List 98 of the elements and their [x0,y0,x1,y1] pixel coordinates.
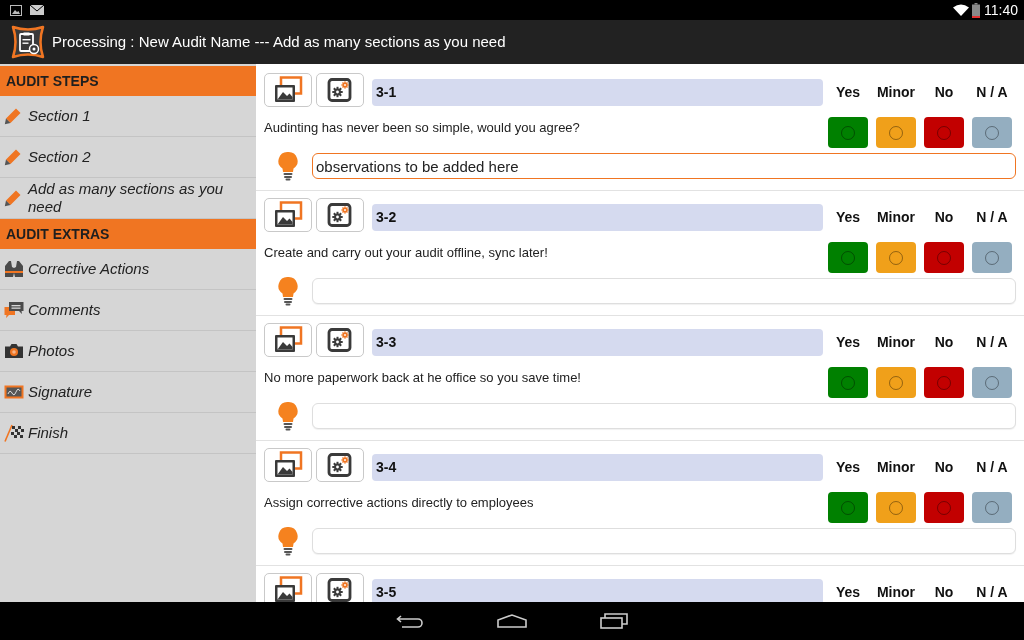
window-title: Processing : New Audit Name --- Add as many sections as you need [52,31,506,52]
answer-label: N / A [976,333,1008,352]
settings-button[interactable] [316,73,364,107]
answer-label: No [934,458,954,477]
mail-icon [30,5,44,15]
vest-icon [4,260,24,278]
settings-button[interactable] [316,323,364,357]
answer-label: N / A [976,583,1008,602]
answer-label: Yes [835,208,861,227]
answer-button[interactable] [876,492,916,523]
settings-icon [327,327,353,353]
home-icon [497,614,527,628]
sidebar-header: AUDIT EXTRAS [0,219,256,249]
settings-button[interactable] [316,198,364,232]
sidebar-item[interactable]: Signature [0,372,256,413]
answer-label: No [934,333,954,352]
answer-label: Minor [876,458,916,477]
lightbulb-icon [278,276,298,306]
answer-label: Minor [876,208,916,227]
settings-button[interactable] [316,448,364,482]
question-text: No more paperwork back at he office so you save time! [264,369,582,386]
answer-label: Yes [835,333,861,352]
photo-button[interactable] [264,73,312,107]
picture-icon [273,451,303,479]
lightbulb-icon [278,401,298,431]
answer-button[interactable] [828,242,868,273]
observation-field[interactable]: observations to be added here [312,153,1016,179]
answer-button[interactable] [876,367,916,398]
sidebar-header: AUDIT STEPS [0,66,256,96]
picture-icon [273,326,303,354]
answer-button[interactable] [924,242,964,273]
answer-button[interactable] [828,117,868,148]
photo-button[interactable] [264,323,312,357]
photo-button[interactable] [264,448,312,482]
picture-icon [10,4,22,16]
sidebar-item[interactable]: Photos [0,331,256,372]
settings-icon [327,202,353,228]
pencil-icon [4,189,22,207]
picture-icon [273,76,303,104]
clock-time: 11:40 [984,3,1018,17]
question-title-bar: 3-1 [372,79,823,106]
answer-button[interactable] [876,117,916,148]
answer-label: Minor [876,333,916,352]
answer-label: N / A [976,83,1008,102]
answer-button[interactable] [828,367,868,398]
answer-label: Minor [876,583,916,602]
sidebar-item[interactable]: Corrective Actions [0,249,256,290]
answer-button[interactable] [972,367,1012,398]
settings-icon [327,577,353,602]
answer-button[interactable] [924,117,964,148]
observation-field[interactable] [312,528,1016,554]
photo-button[interactable] [264,198,312,232]
lightbulb-icon [278,151,298,181]
answer-button[interactable] [876,242,916,273]
app-logo-icon [10,24,46,60]
answer-label: No [934,583,954,602]
question-title-bar: 3-5 [372,579,823,602]
picture-icon [273,201,303,229]
answer-button[interactable] [972,492,1012,523]
pencil-icon [4,148,22,166]
sidebar-item[interactable]: Finish [0,413,256,454]
answer-label: Yes [835,83,861,102]
answer-label: No [934,208,954,227]
picture-icon [273,576,303,602]
answer-button[interactable] [828,492,868,523]
settings-icon [327,77,353,103]
wifi-icon [953,4,969,16]
question-title-bar: 3-2 [372,204,823,231]
answer-button[interactable] [924,367,964,398]
answer-button[interactable] [972,117,1012,148]
observation-field[interactable] [312,278,1016,304]
question-text: Audinting has never been so simple, would you agree? [264,119,581,136]
photo-button[interactable] [264,573,312,602]
battery-icon [972,2,980,18]
settings-button[interactable] [316,573,364,602]
lightbulb-icon [278,526,298,556]
settings-icon [327,452,353,478]
question-title-bar: 3-4 [372,454,823,481]
answer-label: Yes [835,458,861,477]
answer-label: Minor [876,83,916,102]
answer-label: N / A [976,208,1008,227]
camera-icon [4,343,24,359]
question-text: Assign corrective actions directly to employees [264,494,535,511]
observation-field[interactable] [312,403,1016,429]
answer-label: No [934,83,954,102]
question-text: Create and carry out your audit offline, sync later! [264,244,549,261]
pencil-icon [4,107,22,125]
answer-label: Yes [835,583,861,602]
question-title-bar: 3-3 [372,329,823,356]
sidebar-item[interactable]: Comments [0,290,256,331]
recent-apps-icon [600,613,628,629]
signature-icon [4,385,24,399]
comments-icon [4,301,24,319]
checkered-flag-icon [4,424,24,442]
answer-label: N / A [976,458,1008,477]
back-icon [396,614,424,628]
answer-button[interactable] [924,492,964,523]
answer-button[interactable] [972,242,1012,273]
